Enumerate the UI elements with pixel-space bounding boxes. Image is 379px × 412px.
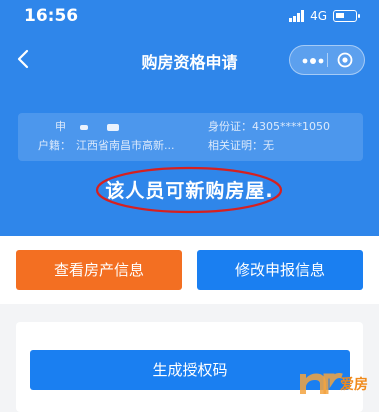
info-row-census-proof: 户籍： 江西省南昌市高新... 相关证明：无 [38,138,363,154]
status-bar: 16:56 4G [0,0,379,34]
network-type: 4G [310,9,327,23]
id-field: 身份证：4305****1050 [208,119,330,135]
redaction-mark [79,124,88,130]
view-property-button[interactable]: 查看房产信息 [16,250,182,290]
census-label: 户籍： [38,139,71,152]
applicant-info-card: 申 身份证：4305****1050 户籍： 江西省南昌市高新... 相关证明：… [18,113,363,161]
more-icon[interactable] [302,58,324,64]
eligibility-result: 该人员可新购房屋. [105,180,274,202]
close-target-icon[interactable] [337,52,353,68]
capsule-divider [327,53,328,67]
id-value: 4305****1050 [252,120,330,133]
battery-icon [333,10,360,22]
proof-field: 相关证明：无 [208,138,274,154]
proof-label: 相关证明： [208,139,263,152]
watermark-text: 爱房 [340,377,368,393]
signal-icon [289,10,305,22]
status-time: 16:56 [24,6,79,26]
status-indicators: 4G [289,9,360,23]
modify-report-button[interactable]: 修改申报信息 [197,250,363,290]
id-label: 身份证： [208,120,252,133]
census-value: 江西省南昌市高新... [76,139,175,152]
mini-program-capsule [289,45,365,75]
navigation-bar: 购房资格申请 [0,34,379,86]
info-row-name-id: 申 身份证：4305****1050 [38,119,363,135]
applicant-name: 申 [55,119,119,135]
proof-value: 无 [263,139,274,152]
redaction-mark [107,123,119,131]
name-char: 申 [55,120,66,133]
